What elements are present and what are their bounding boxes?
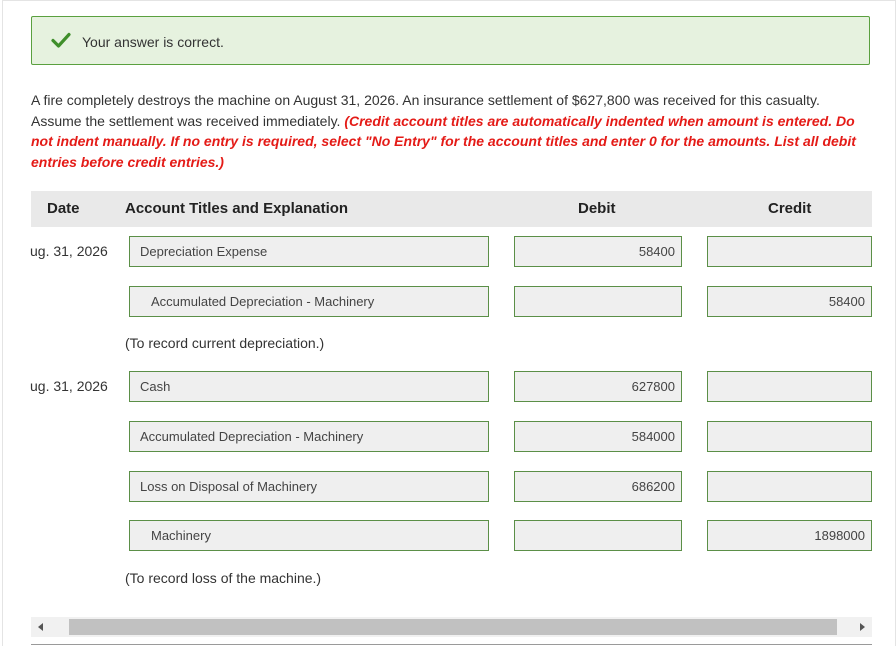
arrow-left-icon[interactable] bbox=[31, 617, 51, 637]
entry2-row3-account[interactable]: Loss on Disposal of Machinery bbox=[129, 471, 489, 502]
bottom-divider bbox=[31, 644, 872, 645]
entry1-row1-debit[interactable]: 58400 bbox=[514, 236, 682, 267]
table-header: Date Account Titles and Explanation Debi… bbox=[31, 191, 872, 227]
entry2-row1-credit[interactable] bbox=[707, 371, 872, 402]
correct-answer-banner: Your answer is correct. bbox=[31, 16, 870, 65]
header-account: Account Titles and Explanation bbox=[125, 200, 349, 217]
entry1-row1-credit[interactable] bbox=[707, 236, 872, 267]
horizontal-scrollbar[interactable] bbox=[31, 617, 872, 637]
header-date: Date bbox=[47, 200, 80, 217]
entry2-row1-account[interactable]: Cash bbox=[129, 371, 489, 402]
entry2-row2-debit[interactable]: 584000 bbox=[514, 421, 682, 452]
header-credit: Credit bbox=[768, 200, 812, 217]
entry2-row2-credit[interactable] bbox=[707, 421, 872, 452]
arrow-right-icon[interactable] bbox=[852, 617, 872, 637]
entry2-row3-credit[interactable] bbox=[707, 471, 872, 502]
problem-statement: A fire completely destroys the machine o… bbox=[31, 90, 866, 172]
entry2-row3-debit[interactable]: 686200 bbox=[514, 471, 682, 502]
entry1-row2-credit[interactable]: 58400 bbox=[707, 286, 872, 317]
entry2-note: (To record loss of the machine.) bbox=[125, 570, 322, 586]
scrollbar-thumb[interactable] bbox=[69, 619, 837, 635]
entry2-row2-account[interactable]: Accumulated Depreciation - Machinery bbox=[129, 421, 489, 452]
header-debit: Debit bbox=[578, 200, 616, 217]
entry2-date[interactable]: ug. 31, 2026 bbox=[30, 378, 108, 394]
entry1-row1-account[interactable]: Depreciation Expense bbox=[129, 236, 489, 267]
entry2-row4-credit[interactable]: 1898000 bbox=[707, 520, 872, 551]
entry2-row4-debit[interactable] bbox=[514, 520, 682, 551]
entry2-row1-debit[interactable]: 627800 bbox=[514, 371, 682, 402]
entry2-row4-account[interactable]: Machinery bbox=[129, 520, 489, 551]
entry1-note: (To record current depreciation.) bbox=[125, 335, 325, 351]
check-icon bbox=[51, 32, 71, 48]
entry1-date[interactable]: ug. 31, 2026 bbox=[30, 243, 108, 259]
entry1-row2-debit[interactable] bbox=[514, 286, 682, 317]
banner-message: Your answer is correct. bbox=[82, 34, 224, 50]
entry1-row2-account[interactable]: Accumulated Depreciation - Machinery bbox=[129, 286, 489, 317]
